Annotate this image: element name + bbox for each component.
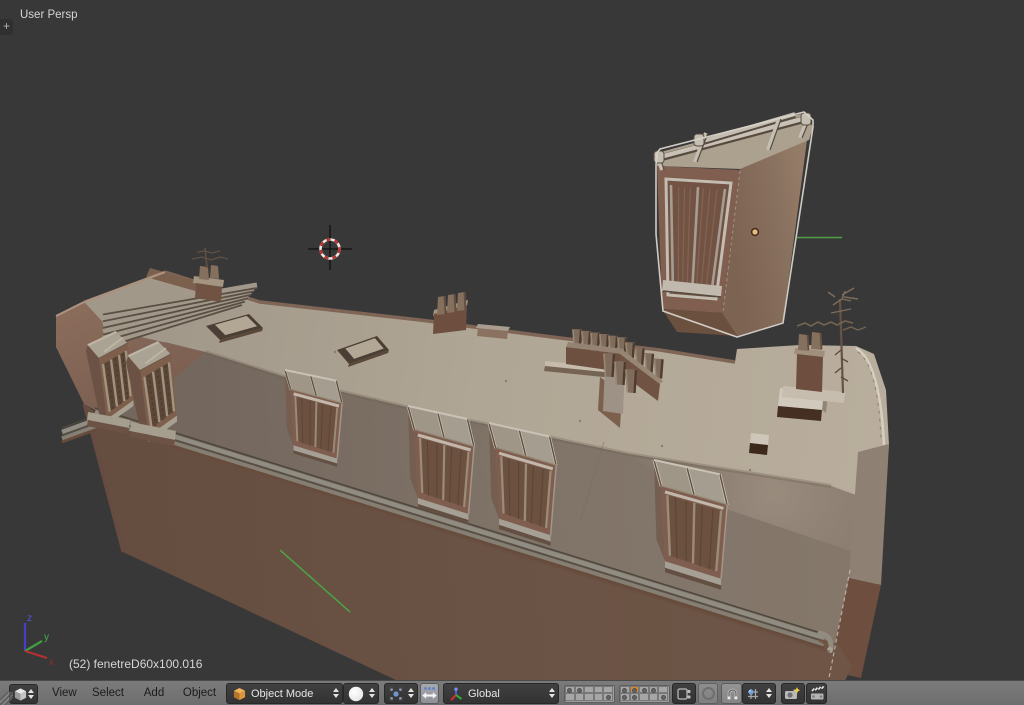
svg-text:z: z: [27, 613, 32, 624]
svg-text:x: x: [49, 657, 54, 668]
svg-text:y: y: [44, 632, 49, 643]
